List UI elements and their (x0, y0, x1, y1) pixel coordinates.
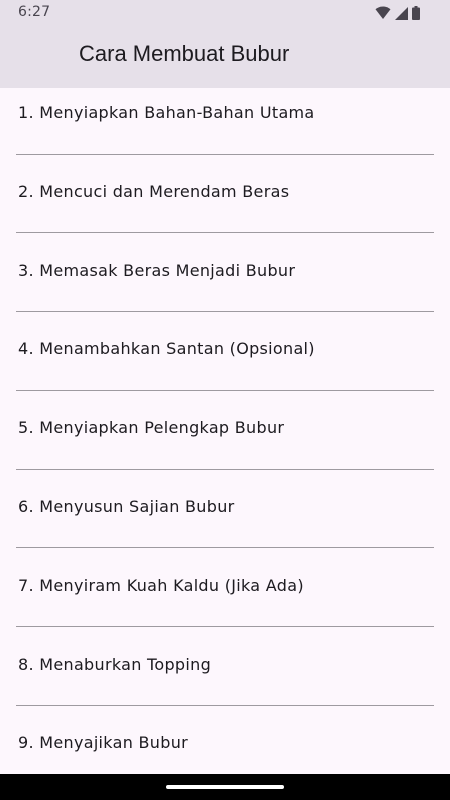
step-label: 2. Mencuci dan Merendam Beras (18, 181, 290, 201)
step-label: 8. Menaburkan Topping (18, 654, 212, 674)
wifi-icon (375, 6, 391, 20)
divider (16, 468, 434, 470)
step-label: 3. Memasak Beras Menjadi Bubur (18, 260, 296, 280)
divider (16, 547, 434, 549)
divider (16, 232, 434, 234)
status-time: 6:27 (18, 4, 51, 20)
list-item-step-4[interactable]: 4. Menambahkan Santan (Opsional) (0, 324, 450, 403)
divider (16, 311, 434, 313)
home-gesture-handle[interactable] (166, 785, 284, 789)
list-item-step-7[interactable]: 7. Menyiram Kuah Kaldu (Jika Ada) (0, 561, 450, 640)
list-item-step-8[interactable]: 8. Menaburkan Topping (0, 640, 450, 719)
navigation-bar (0, 774, 450, 800)
list-item-step-2[interactable]: 2. Mencuci dan Merendam Beras (0, 167, 450, 246)
signal-icon (395, 6, 408, 20)
step-label: 1. Menyiapkan Bahan-Bahan Utama (18, 103, 315, 122)
app-header: 6:27 Cara Membuat Bubur (0, 0, 450, 88)
list-item-step-6[interactable]: 6. Menyusun Sajian Bubur (0, 482, 450, 561)
list-item-step-1[interactable]: 1. Menyiapkan Bahan-Bahan Utama (0, 88, 450, 167)
battery-icon (412, 6, 420, 20)
status-bar: 6:27 (0, 0, 450, 26)
step-list: 1. Menyiapkan Bahan-Bahan Utama 2. Mencu… (0, 88, 450, 797)
divider (16, 705, 434, 707)
screen: 6:27 Cara Membuat Bubur 1. Menyiapkan Ba… (0, 0, 450, 800)
list-item-step-5[interactable]: 5. Menyiapkan Pelengkap Bubur (0, 403, 450, 482)
divider (16, 626, 434, 628)
step-label: 9. Menyajikan Bubur (18, 733, 189, 753)
step-label: 5. Menyiapkan Pelengkap Bubur (18, 418, 285, 438)
step-label: 6. Menyusun Sajian Bubur (18, 496, 235, 516)
list-item-step-3[interactable]: 3. Memasak Beras Menjadi Bubur (0, 246, 450, 325)
divider (16, 153, 434, 155)
step-label: 4. Menambahkan Santan (Opsional) (18, 339, 315, 359)
divider (16, 389, 434, 391)
page-title: Cara Membuat Bubur (79, 41, 290, 66)
step-label: 7. Menyiram Kuah Kaldu (Jika Ada) (18, 575, 304, 595)
status-icons (375, 6, 420, 20)
